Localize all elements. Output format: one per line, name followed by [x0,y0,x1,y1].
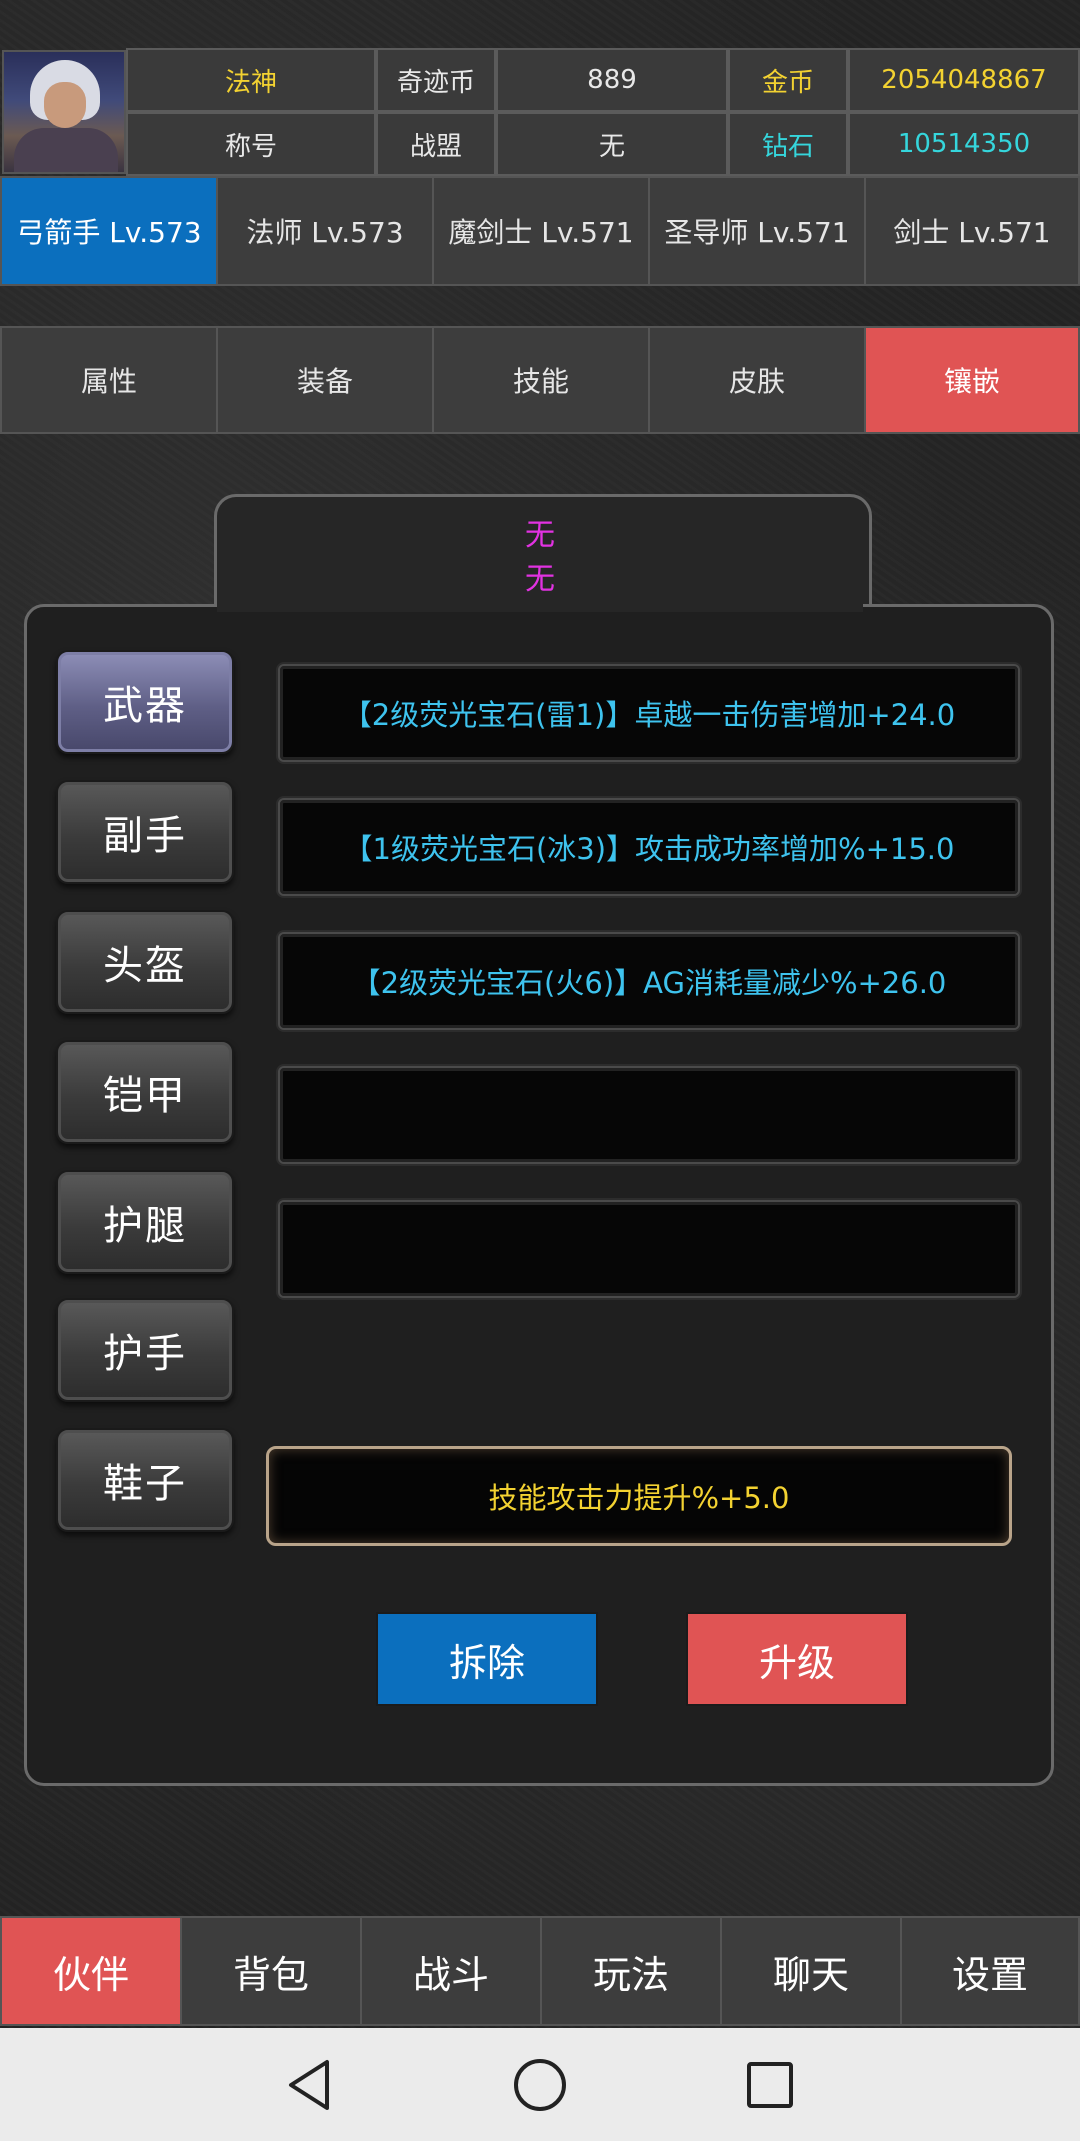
slot-offhand[interactable]: 副手 [56,780,234,884]
slot-weapon[interactable]: 武器 [56,650,234,754]
set-info-line-1: 无 [525,518,555,553]
gold-label: 金币 [728,48,848,112]
panel-join [217,600,863,612]
title-value: 法神 [126,48,376,112]
system-nav-bar [0,2028,1080,2141]
player-header: 法神 奇迹币 889 金币 2054048867 称号 战盟 无 钻石 1051… [0,48,1080,176]
sub-tabs: 属性 装备 技能 皮肤 镶嵌 [0,326,1080,436]
diamond-value: 10514350 [848,112,1080,176]
coin-value: 889 [496,48,728,112]
slot-pants[interactable]: 护腿 [56,1170,234,1274]
tab-class-mage[interactable]: 法师 Lv.573 [216,176,434,286]
gem-socket-5[interactable] [278,1200,1020,1298]
tab-inlay[interactable]: 镶嵌 [864,326,1080,434]
avatar[interactable] [2,50,126,174]
bottom-nav: 伙伴 背包 战斗 玩法 聊天 设置 [0,1916,1080,2028]
gem-socket-3[interactable]: 【2级荧光宝石(火6)】AG消耗量减少%+26.0 [278,932,1020,1030]
set-bonus: 技能攻击力提升%+5.0 [266,1446,1012,1546]
class-tabs: 弓箭手 Lv.573 法师 Lv.573 魔剑士 Lv.571 圣导师 Lv.5… [0,176,1080,288]
diamond-label: 钻石 [728,112,848,176]
set-info-line-2: 无 [525,562,555,597]
tab-skills[interactable]: 技能 [432,326,650,434]
slot-armor[interactable]: 铠甲 [56,1040,234,1144]
tab-skins[interactable]: 皮肤 [648,326,866,434]
slot-gloves[interactable]: 护手 [56,1298,234,1402]
gem-socket-2[interactable]: 【1级荧光宝石(冰3)】攻击成功率增加%+15.0 [278,798,1020,896]
coin-label: 奇迹币 [376,48,496,112]
slot-boots[interactable]: 鞋子 [56,1428,234,1532]
home-icon[interactable] [500,2028,580,2141]
nav-settings[interactable]: 设置 [900,1916,1080,2026]
nav-chat[interactable]: 聊天 [720,1916,902,2026]
back-icon[interactable] [270,2028,350,2141]
gold-value: 2054048867 [848,48,1080,112]
remove-button[interactable]: 拆除 [376,1612,598,1706]
gem-socket-4[interactable] [278,1066,1020,1164]
guild-value: 无 [496,112,728,176]
nav-gameplay[interactable]: 玩法 [540,1916,722,2026]
tab-class-knight[interactable]: 剑士 Lv.571 [864,176,1080,286]
guild-label: 战盟 [376,112,496,176]
title-label: 称号 [126,112,376,176]
nav-partner[interactable]: 伙伴 [0,1916,182,2026]
slot-helmet[interactable]: 头盔 [56,910,234,1014]
tab-class-archer[interactable]: 弓箭手 Lv.573 [0,176,218,286]
tab-attributes[interactable]: 属性 [0,326,218,434]
upgrade-button[interactable]: 升级 [686,1612,908,1706]
tab-equipment[interactable]: 装备 [216,326,434,434]
recent-apps-icon[interactable] [730,2028,810,2141]
tab-class-dark-lord[interactable]: 圣导师 Lv.571 [648,176,866,286]
nav-backpack[interactable]: 背包 [180,1916,362,2026]
nav-battle[interactable]: 战斗 [360,1916,542,2026]
tab-class-magic-gladiator[interactable]: 魔剑士 Lv.571 [432,176,650,286]
gem-socket-1[interactable]: 【2级荧光宝石(雷1)】卓越一击伤害增加+24.0 [278,664,1020,762]
